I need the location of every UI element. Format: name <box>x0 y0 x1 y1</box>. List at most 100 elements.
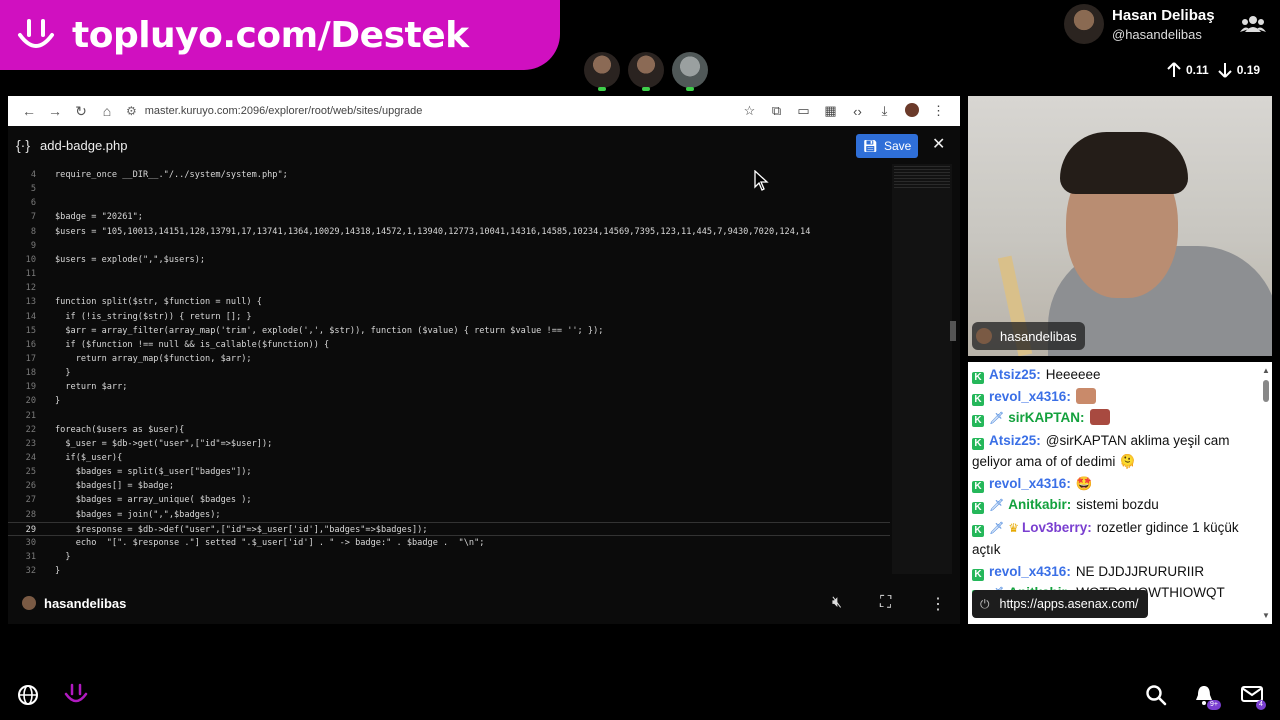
mute-icon[interactable]: 🔇︎ <box>832 594 842 612</box>
code-line[interactable]: 14 if (!is_string($str)) { return []; } <box>8 310 890 324</box>
chat-scrollbar[interactable]: ▲ ▼ <box>1262 366 1270 620</box>
upload-speed: 0.11 <box>1186 63 1209 77</box>
save-label: Save <box>883 139 912 153</box>
code-line[interactable]: 19 return $arr; <box>8 380 890 394</box>
home-icon[interactable]: ⌂ <box>94 100 120 122</box>
code-line[interactable]: 30 echo "[". $response ."] setted ".$_us… <box>8 536 890 550</box>
code-editor[interactable]: 4 require_once __DIR__."/../system/system… <box>8 164 890 574</box>
line-number: 26 <box>25 481 36 492</box>
code-line[interactable]: 15 $arr = array_filter(array_map('trim',… <box>8 324 890 338</box>
people-icon[interactable] <box>1240 14 1266 34</box>
code-line[interactable]: 7 $badge = "20261"; <box>8 210 890 224</box>
globe-icon[interactable] <box>17 684 39 706</box>
code-icon[interactable]: ‹› <box>844 104 871 119</box>
code-line[interactable]: 12 <box>8 281 890 295</box>
code-line[interactable]: 13 function split($str, $function = null)… <box>8 295 890 309</box>
hair <box>1060 132 1188 194</box>
code-line[interactable]: 6 <box>8 196 890 210</box>
code-line[interactable]: 29 $response = $db->def("user",["id"=>$_… <box>8 521 890 536</box>
chat-username[interactable]: revol_x4316: <box>989 389 1071 404</box>
viewer-avatar[interactable] <box>584 52 620 91</box>
more-icon[interactable]: ⋮ <box>925 103 952 119</box>
viewer-avatar[interactable] <box>672 52 708 91</box>
download-icon[interactable]: ⤓ <box>871 103 898 119</box>
chat-panel[interactable]: K Atsiz25: Heeeeee Krevol_x4316: K 🗡︎ sirKAPTA… <box>968 362 1272 624</box>
code-line[interactable]: 24 if($_user){ <box>8 451 890 465</box>
scroll-up-icon[interactable]: ▲ <box>1262 366 1270 375</box>
fullscreen-icon[interactable]: ⛶ <box>880 594 891 612</box>
code-line[interactable]: 16 if ($function !== null && is_callable… <box>8 338 890 352</box>
code-line[interactable]: 23 $_user = $db->get("user",["id"=>$user… <box>8 437 890 451</box>
chat-message: K Atsiz25: Heeeeee <box>972 364 1258 386</box>
chat-username[interactable]: sirKAPTAN: <box>1008 410 1084 425</box>
line-number: 25 <box>25 467 36 478</box>
save-button[interactable]: 💾︎ Save <box>856 134 918 158</box>
code-text: } <box>55 368 71 379</box>
qr-icon[interactable]: ▦ <box>817 103 844 119</box>
link-tooltip: ⏻ https://apps.asenax.com/ <box>972 590 1149 618</box>
address-bar[interactable]: ⚙ master.kuruyo.com:2096/explorer/root/w… <box>120 100 736 122</box>
code-line[interactable]: 9 <box>8 239 890 253</box>
more-icon[interactable]: ⋮ <box>930 594 946 614</box>
editor-header: {·} add-badge.php 💾︎ Save ✕ <box>8 126 960 191</box>
code-line[interactable]: 5 <box>8 182 890 196</box>
editor-scrollbar[interactable] <box>950 321 956 341</box>
chat-message: K 🗡︎ sirKAPTAN: <box>972 407 1258 430</box>
chat-text: sistemi bozdu <box>1076 497 1159 512</box>
mail-count-badge: 4 <box>1256 700 1266 710</box>
chat-text: Heeeeee <box>1045 367 1101 382</box>
chat-message: K Atsiz25: @sirKAPTAN aklima yeşil cam gel… <box>972 430 1258 473</box>
viewer-avatar[interactable] <box>628 52 664 91</box>
code-line[interactable]: 20} <box>8 394 890 408</box>
smile-logo-icon[interactable] <box>64 682 88 708</box>
extension-icon[interactable]: ⧉ <box>763 103 790 119</box>
streamer-header[interactable]: Hasan Delibaş @hasandelibas <box>1064 4 1215 44</box>
code-line[interactable]: 28 $badges = join(",",$badges); <box>8 508 890 522</box>
code-minimap[interactable] <box>892 164 952 574</box>
code-text: $badges = split($_user["badges"]); <box>55 467 252 478</box>
code-line[interactable]: 22 foreach($users as $user){ <box>8 423 890 437</box>
code-line[interactable]: 21 <box>8 409 890 423</box>
chat-emote <box>1089 409 1110 425</box>
back-icon[interactable]: ← <box>16 100 42 122</box>
webcam-feed[interactable]: hasandelibas <box>968 96 1272 356</box>
chat-username[interactable]: Lov3berry: <box>1022 520 1092 535</box>
cast-icon[interactable]: ▭ <box>790 103 817 119</box>
code-line[interactable]: 25 $badges = split($_user["badges"]); <box>8 465 890 479</box>
file-code-icon: {·} <box>16 137 31 153</box>
code-line[interactable]: 27 $badges = array_unique( $badges ); <box>8 493 890 507</box>
forward-icon[interactable]: → <box>42 100 68 122</box>
code-text: $users = "105,10013,14151,128,13791,17,1… <box>55 226 811 237</box>
code-line[interactable]: 31 } <box>8 550 890 564</box>
scroll-down-icon[interactable]: ▼ <box>1262 611 1270 620</box>
reload-icon[interactable]: ↻ <box>68 100 94 122</box>
close-icon[interactable]: ✕ <box>932 134 945 154</box>
browser-toolbar: ← → ↻ ⌂ ⚙ master.kuruyo.com:2096/explore… <box>8 96 960 126</box>
code-line[interactable]: 17 return array_map($function, $arr); <box>8 352 890 366</box>
code-text: echo "[". $response ."] setted ".$_user[… <box>55 537 485 548</box>
code-line[interactable]: 4 require_once __DIR__."/../system/system… <box>8 168 890 182</box>
code-line[interactable]: 10 $users = explode(",",$users); <box>8 253 890 267</box>
promo-banner[interactable]: topluyo.com/Destek <box>0 0 560 70</box>
link-icon: ⏻ <box>980 596 990 611</box>
code-line[interactable]: 26 $badges[] = $badge; <box>8 479 890 493</box>
profile-avatar[interactable] <box>898 102 925 120</box>
code-line[interactable]: 11 <box>8 267 890 281</box>
search-icon[interactable] <box>1145 684 1167 706</box>
chat-username[interactable]: Atsiz25: <box>989 433 1041 448</box>
code-line[interactable]: 8 $users = "105,10013,14151,128,13791,17,… <box>8 225 890 239</box>
chat-username[interactable]: revol_x4316: <box>989 564 1071 579</box>
chat-username[interactable]: revol_x4316: <box>989 476 1071 491</box>
chat-username[interactable]: Atsiz25: <box>989 367 1041 382</box>
code-text: if($_user){ <box>55 453 123 463</box>
scroll-thumb[interactable] <box>1263 380 1269 402</box>
code-line[interactable]: 18 } <box>8 366 890 380</box>
star-icon[interactable]: ☆ <box>736 103 763 119</box>
chat-username[interactable]: Anitkabir: <box>1008 497 1071 512</box>
code-line[interactable]: 32} <box>8 564 890 574</box>
code-text: require_once __DIR__."/../system/system.… <box>55 170 288 180</box>
chat-messages: K Atsiz25: Heeeeee Krevol_x4316: K 🗡︎ sirKAPTA… <box>972 364 1258 605</box>
site-info-icon[interactable]: ⚙ <box>126 104 137 118</box>
line-number: 5 <box>30 184 36 195</box>
line-number: 11 <box>25 269 36 280</box>
